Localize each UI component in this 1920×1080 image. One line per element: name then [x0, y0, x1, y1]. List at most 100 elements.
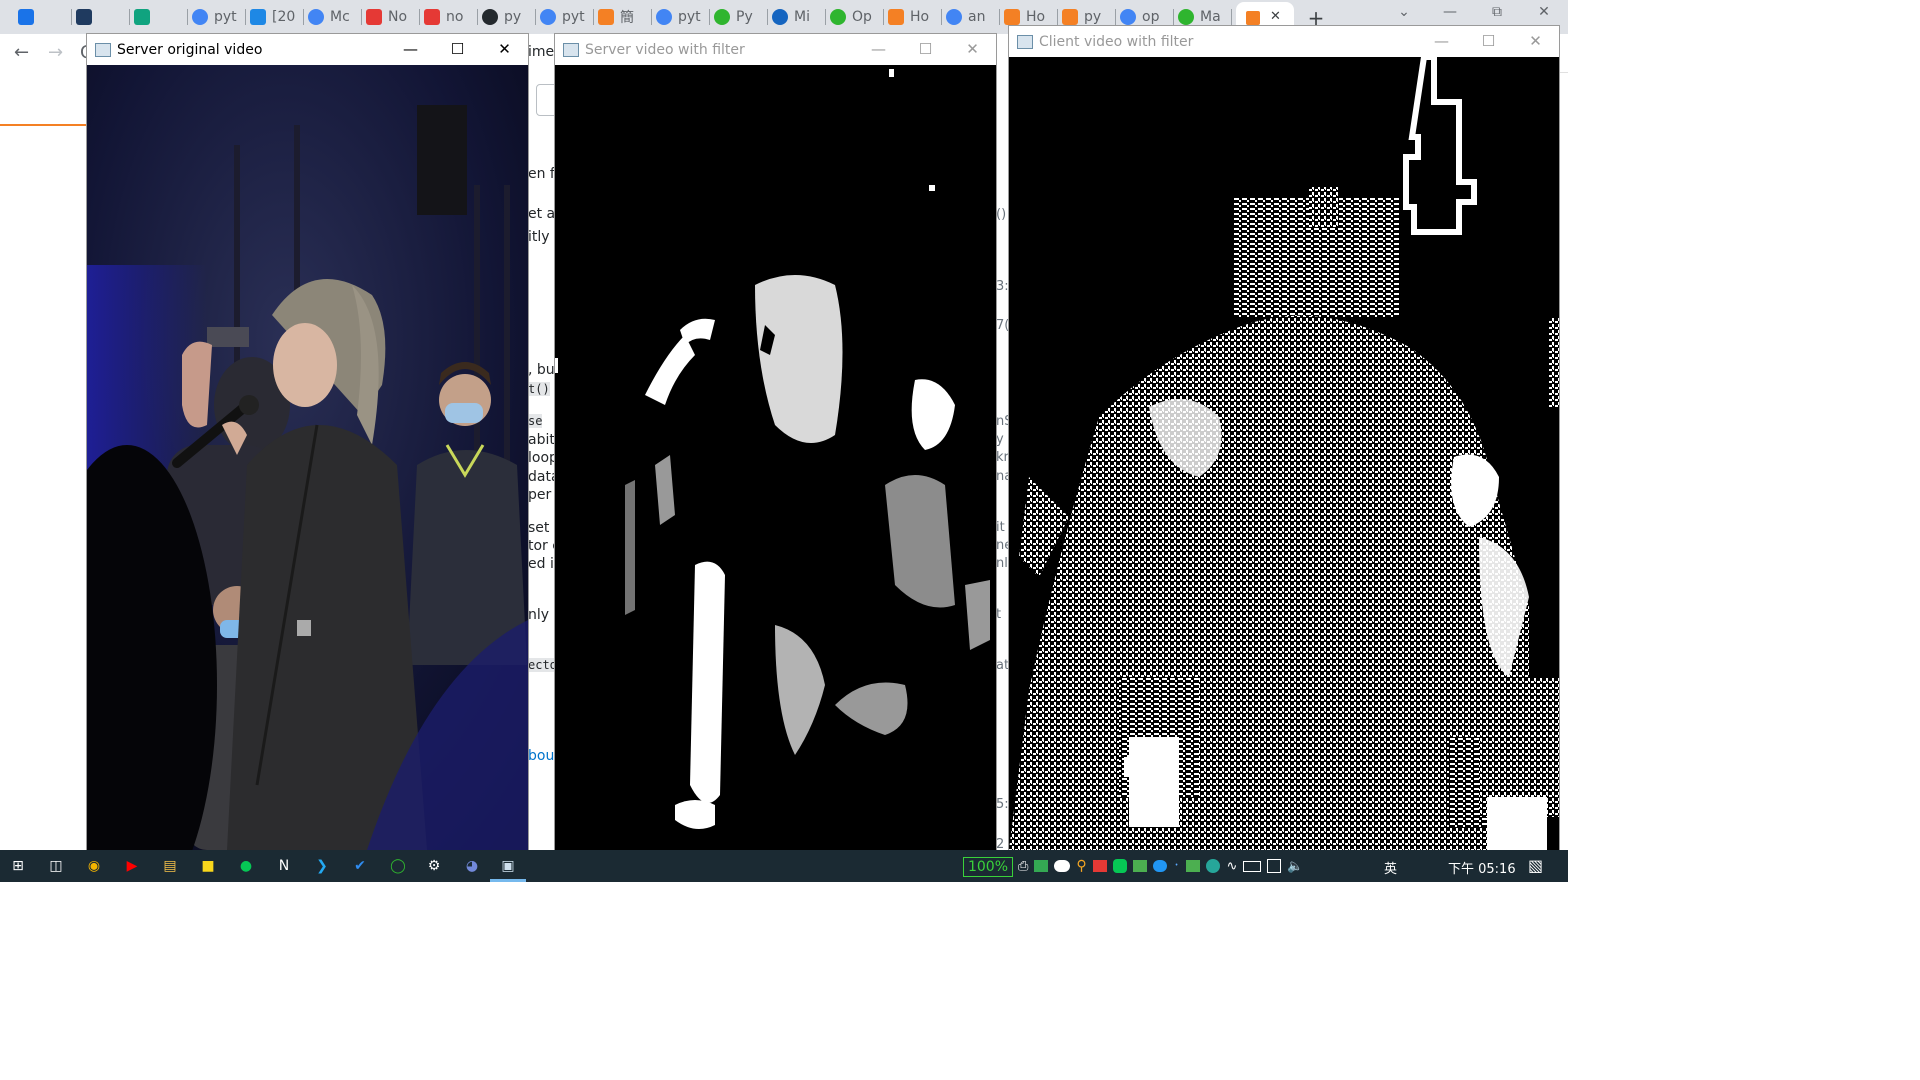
- browser-tab[interactable]: Ho: [888, 3, 938, 31]
- page-text-fragment: 3:: [996, 279, 1009, 294]
- browser-tab[interactable]: an: [946, 3, 996, 31]
- wechat-tray-icon[interactable]: [1186, 860, 1201, 872]
- browser-tab[interactable]: Mi: [772, 3, 822, 31]
- tab-label: pyt: [562, 9, 585, 25]
- window-title-bar[interactable]: Server original video — ☐ ✕: [87, 34, 528, 65]
- browser-tab[interactable]: [20: [250, 3, 300, 31]
- client-filtered-video-window[interactable]: Client video with filter — ☐ ✕: [1009, 26, 1559, 850]
- camera-tray-icon[interactable]: [1092, 860, 1107, 872]
- stackoverflow-icon: [1062, 9, 1078, 25]
- notion-icon[interactable]: N: [274, 856, 294, 876]
- stackoverflow-icon: [1004, 9, 1020, 25]
- system-tray-icons: ⎙ ⚲ ᛫ ∿ 🔈: [1018, 857, 1378, 875]
- page-text-fragment: data: [528, 469, 558, 485]
- browser-maximize-button[interactable]: ⧉: [1477, 4, 1517, 20]
- page-text-fragment: it: [996, 520, 1005, 535]
- maximize-button[interactable]: ☐: [1465, 26, 1512, 57]
- page-text-fragment: ne: [996, 538, 1009, 553]
- browser-tab[interactable]: No: [366, 3, 416, 31]
- globe-icon: [772, 9, 788, 25]
- minimize-button[interactable]: —: [387, 34, 434, 65]
- ime-language-indicator[interactable]: 英: [1384, 858, 1397, 877]
- server-original-video-window[interactable]: Server original video — ☐ ✕: [87, 34, 528, 850]
- page-text-fragment: 5:: [996, 797, 1009, 812]
- file-explorer-icon[interactable]: ▤: [160, 856, 180, 876]
- taskbar-clock[interactable]: 下午 05:16: [1448, 858, 1516, 877]
- browser-tab[interactable]: [18, 3, 68, 31]
- browser-tab[interactable]: no: [424, 3, 474, 31]
- forward-arrow-icon[interactable]: →: [48, 42, 63, 63]
- google-icon: [946, 9, 962, 25]
- browser-tab[interactable]: py: [482, 3, 532, 31]
- tray-icon-g[interactable]: [1206, 859, 1221, 873]
- page-text-fragment: , but: [528, 362, 558, 378]
- page-text-fragment: t: [996, 607, 1002, 622]
- minimize-button[interactable]: —: [1418, 26, 1465, 57]
- google-icon: [540, 9, 556, 25]
- window-title-bar[interactable]: Server video with filter — ☐ ✕: [555, 34, 996, 65]
- close-button[interactable]: ✕: [949, 34, 996, 65]
- server-filtered-video-window[interactable]: Server video with filter — ☐ ✕: [555, 34, 996, 850]
- bluetooth-icon[interactable]: ᛫: [1173, 859, 1181, 874]
- tab-separator: [941, 9, 942, 25]
- back-arrow-icon[interactable]: ←: [14, 42, 29, 63]
- tab-separator: [651, 9, 652, 25]
- search-tray-icon[interactable]: ⚲: [1076, 858, 1086, 874]
- video-frame-server-filtered: [555, 65, 996, 850]
- browser-tab[interactable]: [76, 3, 126, 31]
- maximize-button[interactable]: ☐: [434, 34, 481, 65]
- browser-close-button[interactable]: ✕: [1524, 4, 1564, 20]
- google-drive-icon[interactable]: [1034, 860, 1049, 872]
- battery-icon[interactable]: [1243, 860, 1262, 872]
- tab-separator: [1057, 9, 1058, 25]
- browser-tab[interactable]: pyt: [540, 3, 590, 31]
- task-view-icon[interactable]: ◫: [46, 856, 66, 876]
- page-text-fragment: per o: [528, 487, 558, 503]
- tab-label: Ma: [1200, 9, 1221, 25]
- page-header-strip: [0, 72, 92, 126]
- tab-close-icon[interactable]: ✕: [1270, 9, 1281, 24]
- volume-muted-icon[interactable]: 🔈: [1287, 859, 1303, 874]
- browser-tab[interactable]: Mc: [308, 3, 358, 31]
- circle-icon: [830, 9, 846, 25]
- minimize-button[interactable]: —: [855, 34, 902, 65]
- discord-tray-icon[interactable]: [1054, 860, 1071, 872]
- browser-tab[interactable]: Op: [830, 3, 880, 31]
- green-circle-icon[interactable]: ◯: [388, 856, 408, 876]
- browser-tab[interactable]: 簡: [598, 3, 648, 31]
- maximize-button[interactable]: ☐: [902, 34, 949, 65]
- usb-icon[interactable]: ⎙: [1018, 859, 1028, 874]
- window-title-bar[interactable]: Client video with filter — ☐ ✕: [1009, 26, 1559, 57]
- line-tray-icon[interactable]: [1112, 859, 1127, 873]
- wifi-icon[interactable]: ∿: [1226, 859, 1237, 874]
- c-icon: [366, 9, 382, 25]
- settings-icon[interactable]: ⚙: [424, 856, 444, 876]
- close-button[interactable]: ✕: [1512, 26, 1559, 57]
- vscode-icon[interactable]: ❯: [312, 856, 332, 876]
- discord-icon[interactable]: ◕: [462, 856, 482, 876]
- windows-start-icon[interactable]: ⊞: [8, 856, 28, 876]
- tab-search-chevron-icon[interactable]: ⌄: [1384, 4, 1424, 20]
- circle-icon: [714, 9, 730, 25]
- google-icon: [192, 9, 208, 25]
- browser-tab[interactable]: pyt: [656, 3, 706, 31]
- todo-icon[interactable]: ✔: [350, 856, 370, 876]
- video-frame-client-filtered: [1009, 57, 1559, 850]
- line-icon[interactable]: ●: [236, 856, 256, 876]
- opencv-window-icon[interactable]: ▣: [498, 856, 518, 876]
- youtube-icon[interactable]: ▶: [122, 856, 142, 876]
- network-icon[interactable]: [1267, 859, 1282, 873]
- page-text-fragment: (): [996, 207, 1007, 222]
- page-text-fragment[interactable]: bout: [528, 748, 558, 764]
- close-button[interactable]: ✕: [481, 34, 528, 65]
- chrome-icon[interactable]: ◉: [84, 856, 104, 876]
- browser-tab[interactable]: pyt: [192, 3, 242, 31]
- browser-tab[interactable]: [134, 3, 184, 31]
- browser-minimize-button[interactable]: —: [1430, 4, 1470, 20]
- tab-separator: [303, 9, 304, 25]
- check-tray-icon[interactable]: [1132, 860, 1147, 872]
- sticky-notes-icon[interactable]: ■: [198, 856, 218, 876]
- notification-center-icon[interactable]: ▧: [1528, 856, 1543, 875]
- chat-tray-icon[interactable]: [1152, 860, 1167, 872]
- browser-tab[interactable]: Py: [714, 3, 764, 31]
